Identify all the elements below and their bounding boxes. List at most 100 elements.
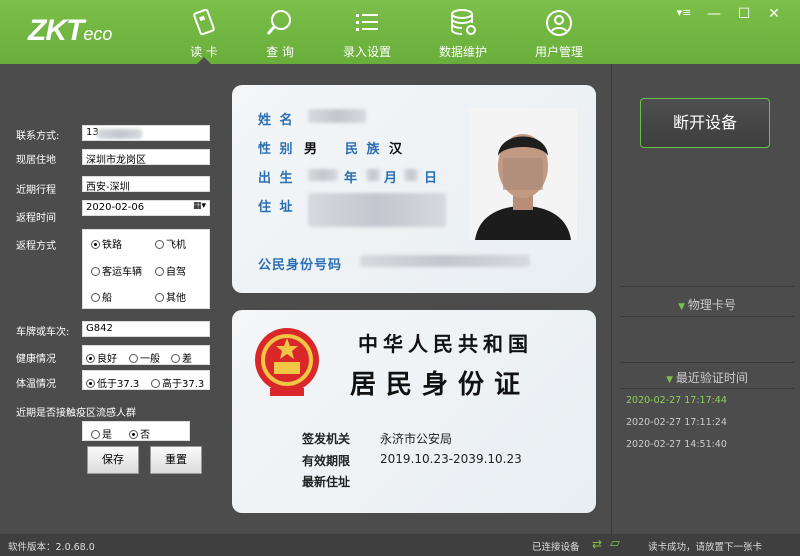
nav-query[interactable]: 查 询 [240,6,320,62]
connected-icon: ⇄ [592,537,603,551]
calendar-icon[interactable]: ▦▾ [193,201,206,211]
itinerary-label: 近期行程 [16,185,56,196]
epi-no[interactable]: 否 [129,426,150,441]
year-label: 年 [344,171,360,186]
verify-record: 2020-02-27 14:51:40 [626,439,727,450]
status-bar: 软件版本：2.0.68.0 已连接设备 ⇄ ▱ 读卡成功，请放置下一张卡 [0,534,800,556]
method-ship[interactable]: 船 [91,289,112,304]
nav-label: 查 询 [266,45,294,59]
contact-epi-label: 近期是否接触疫区流感人群 [16,408,136,419]
software-version: 软件版本：2.0.68.0 [8,542,95,553]
name-redaction [308,109,366,123]
top-bar: ZKTeco 读 卡 查 询 录入设置 数据维护 用户管理 ▾≡ — ☐ ✕ [0,0,800,64]
birth-label: 出 生 [258,171,295,186]
nav-label: 用户管理 [534,45,583,59]
card-reader-icon [193,8,215,36]
itinerary-field[interactable]: 西安-深圳 [82,176,210,192]
database-icon [451,9,476,35]
national-emblem-icon [255,328,319,396]
recent-verify-header: ▼ 最近验证时间 [666,371,748,385]
triangle-down-icon: ▼ [666,375,676,385]
issuer-label: 签发机关 [302,432,351,446]
nav-read-card[interactable]: 读 卡 [164,6,244,64]
method-plane[interactable]: 飞机 [155,236,186,251]
method-self-drive[interactable]: 自驾 [155,263,186,278]
method-bus[interactable]: 客运车辆 [91,263,142,278]
contact-field[interactable]: 13 [82,125,210,141]
health-good[interactable]: 良好 [86,350,117,365]
save-button[interactable]: 保存 [87,446,139,474]
birth-redaction [404,169,418,181]
gender-label: 性 别 [258,142,295,157]
verify-record: 2020-02-27 17:17:44 [626,395,727,406]
nav-user-management[interactable]: 用户管理 [519,6,599,62]
id-number-redaction [360,255,530,267]
verify-record: 2020-02-27 17:11:24 [626,417,727,428]
method-rail[interactable]: 铁路 [91,236,122,251]
read-result-message: 读卡成功，请放置下一张卡 [648,542,763,553]
health-label: 健康情况 [16,354,56,365]
redaction [97,129,142,139]
validity-value: 2019.10.23-2039.10.23 [380,452,522,466]
id-card-back: 中华人民共和国 居民身份证 签发机关 永济市公安局 有效期限 2019.10.2… [232,310,596,513]
birth-redaction [308,169,338,181]
address-redaction [308,193,446,227]
registration-form: 联系方式: 13 现居住地 深圳市龙岗区 近期行程 西安-深圳 返程时间 202… [0,64,220,534]
health-group: 良好 一般 差 [82,345,210,365]
contact-epi-group: 是 否 [82,421,190,441]
residence-field[interactable]: 深圳市龙岗区 [82,149,210,165]
nav-label: 录入设置 [342,45,391,59]
card-number-header: ▼ 物理卡号 [678,298,736,312]
contact-label: 联系方式: [16,131,60,142]
health-poor[interactable]: 差 [171,350,192,365]
search-icon [266,10,291,35]
card-title-country: 中华人民共和国 [358,332,533,356]
return-method-group: 铁路 飞机 客运车辆 自驾 船 其他 [82,229,210,309]
maximize-button[interactable]: ☐ [734,6,754,22]
nav-label: 读 卡 [190,45,218,59]
return-time-picker[interactable]: 2020-02-06 ▦▾ [82,200,210,216]
day-label: 日 [424,171,440,186]
address-label: 住 址 [258,200,295,215]
divider [620,316,794,317]
validity-label: 有效期限 [302,454,351,468]
menu-button[interactable]: ▾≡ [674,6,694,19]
return-method-label: 返程方式 [16,241,56,252]
right-panel: 断开设备 ▼ 物理卡号 ▼ 最近验证时间 2020-02-27 17:17:44… [611,64,800,534]
temp-group: 低于37.3 高于37.3 [82,370,210,390]
return-time-label: 返程时间 [16,213,56,224]
triangle-down-icon: ▼ [678,302,688,312]
app-window: ZKTeco 读 卡 查 询 录入设置 数据维护 用户管理 ▾≡ — ☐ ✕ 联… [0,0,800,556]
new-address-label: 最新住址 [302,475,351,489]
divider [620,362,794,363]
nav-label: 数据维护 [438,45,487,59]
nav-entry-settings[interactable]: 录入设置 [327,6,407,62]
close-button[interactable]: ✕ [764,6,784,22]
zkteco-logo: ZKTeco [28,14,113,47]
connection-status: 已连接设备 [532,542,580,553]
gender-value: 男 [304,142,318,157]
id-photo [469,108,577,240]
temp-label: 体温情况 [16,379,56,390]
month-label: 月 [384,171,400,186]
temp-above[interactable]: 高于37.3 [151,375,204,390]
reset-button[interactable]: 重置 [150,446,202,474]
card-title: 居民身份证 [350,370,531,400]
epi-yes[interactable]: 是 [91,426,112,441]
temp-below[interactable]: 低于37.3 [86,375,139,390]
card-icon: ▱ [610,536,620,551]
residence-label: 现居住地 [16,155,56,166]
nav-data-maintenance[interactable]: 数据维护 [423,6,503,62]
ethnic-label: 民 族 [345,142,382,157]
minimize-button[interactable]: — [704,6,724,22]
method-other[interactable]: 其他 [155,289,186,304]
id-card-front: 姓 名 性 别 男 民 族 汉 出 生 年 月 日 住 址 公民身份号码 [232,85,596,293]
plate-field[interactable]: G842 [82,321,210,337]
ethnic-value: 汉 [389,142,403,157]
id-number-label: 公民身份号码 [258,258,343,273]
list-settings-icon [356,14,378,31]
health-fair[interactable]: 一般 [129,350,160,365]
name-label: 姓 名 [258,113,295,128]
plate-label: 车牌或车次: [16,327,70,338]
disconnect-device-button[interactable]: 断开设备 [640,98,770,148]
